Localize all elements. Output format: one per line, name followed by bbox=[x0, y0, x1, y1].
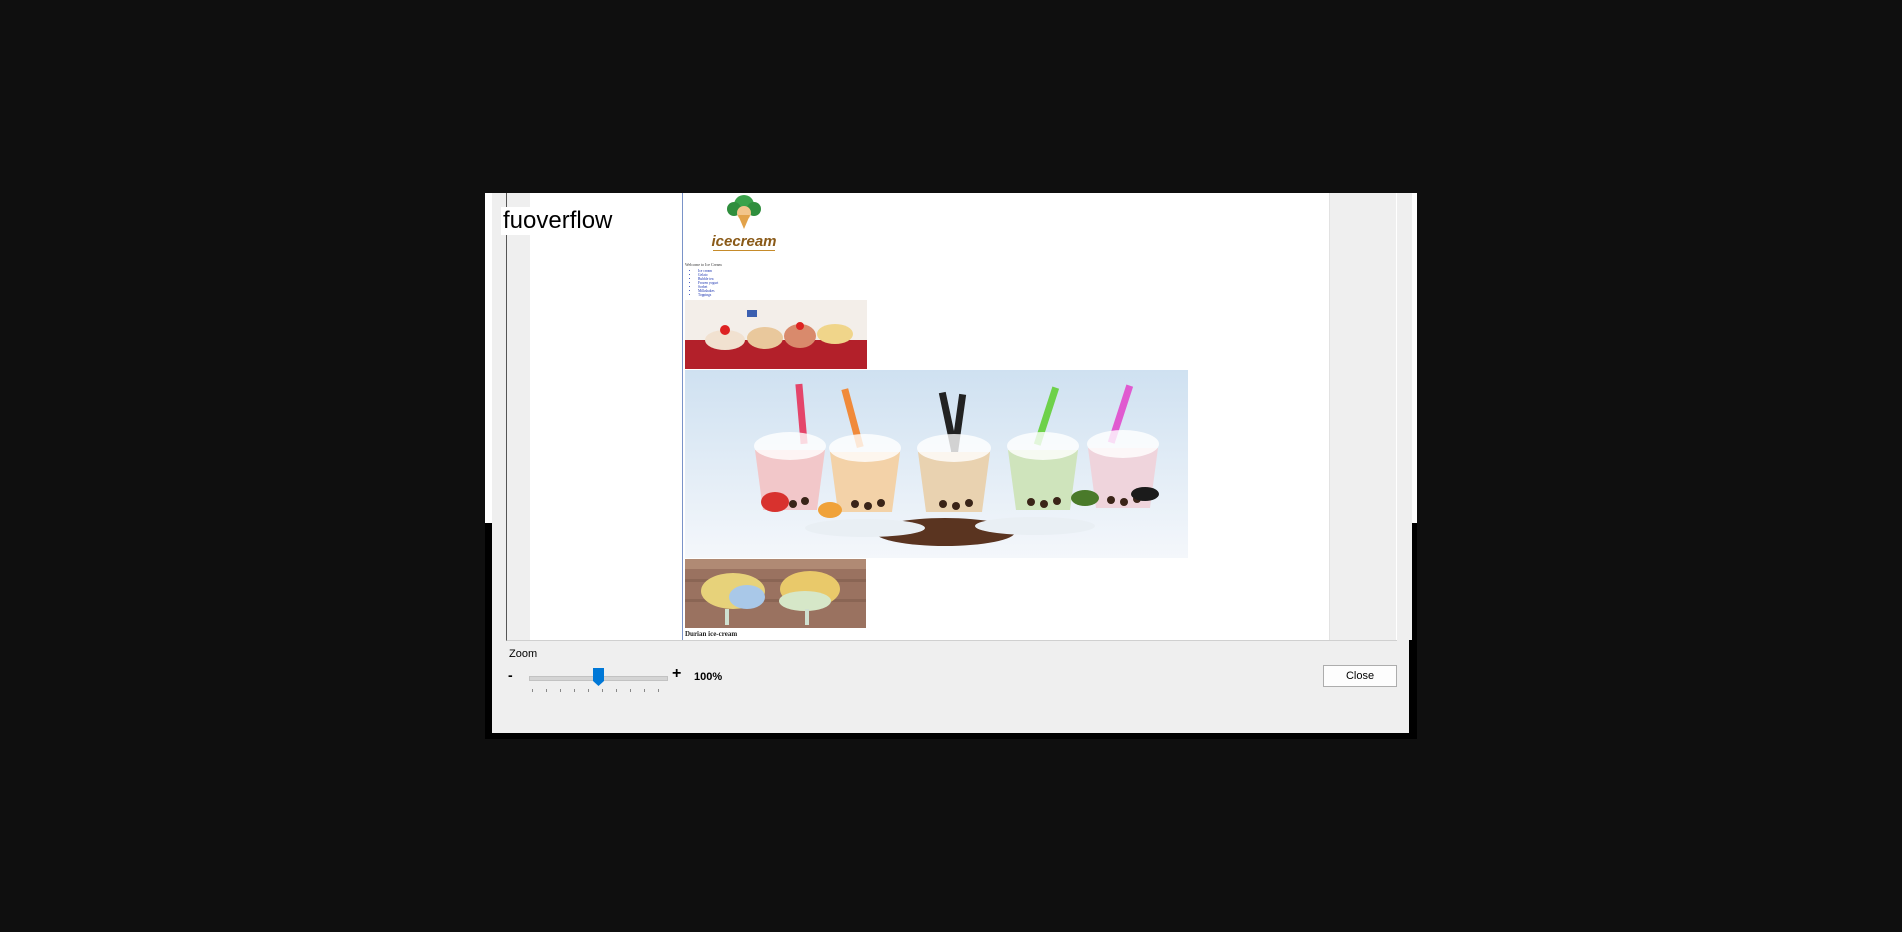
page-margin-left bbox=[530, 193, 682, 640]
bubble-tea-image bbox=[685, 370, 1188, 558]
print-preview-dialog: icecream Welcome to Ice Cream Ice cream … bbox=[492, 193, 1412, 733]
zoom-slider-thumb[interactable] bbox=[593, 668, 604, 686]
welcome-text: Welcome to Ice Cream bbox=[685, 262, 722, 267]
zoom-slider-ticks bbox=[532, 689, 659, 692]
preview-page: icecream Welcome to Ice Cream Ice cream … bbox=[682, 193, 1189, 640]
zoom-out-button[interactable]: - bbox=[508, 667, 513, 683]
zoom-value: 100% bbox=[694, 671, 723, 683]
logo-text: icecream bbox=[711, 233, 777, 250]
durian-ice-cream-image bbox=[685, 559, 866, 628]
preview-area[interactable]: icecream Welcome to Ice Cream Ice cream … bbox=[506, 193, 1412, 641]
nav-item[interactable]: Toppings bbox=[698, 293, 718, 297]
sundaes-image bbox=[685, 300, 867, 369]
logo-underline bbox=[713, 250, 775, 251]
image-caption: Durian ice-cream bbox=[685, 630, 738, 638]
preview-scroll-area bbox=[1329, 193, 1412, 640]
zoom-in-button[interactable]: + bbox=[672, 665, 681, 683]
close-button[interactable]: Close bbox=[1323, 665, 1397, 687]
overlay-title: fuoverflow bbox=[501, 207, 623, 235]
nav-list: Ice cream Gelato Bubble tea Frozen yogur… bbox=[695, 269, 718, 297]
page-margin-right bbox=[1188, 193, 1329, 640]
zoom-label: Zoom bbox=[509, 648, 538, 660]
